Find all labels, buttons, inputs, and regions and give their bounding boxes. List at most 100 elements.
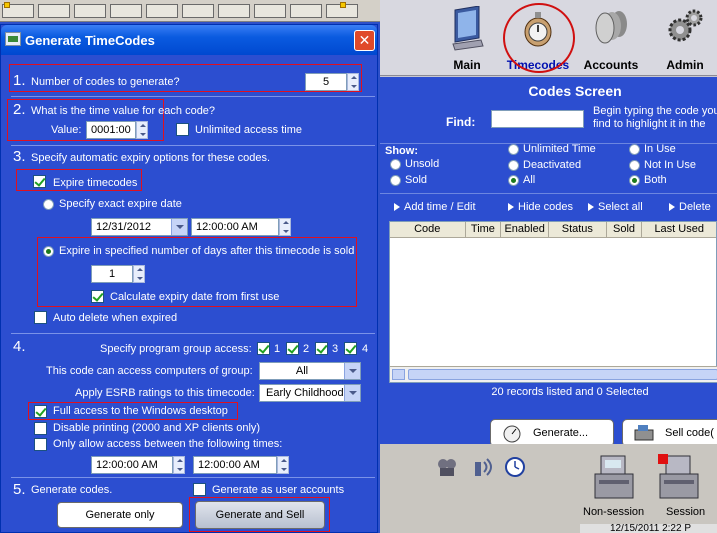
toolbar-label: Select all	[598, 201, 643, 213]
column-header[interactable]: Code	[390, 222, 466, 237]
filter-label: Not In Use	[644, 159, 696, 171]
group-4-checkbox[interactable]	[344, 342, 357, 355]
bg-cell	[146, 4, 178, 18]
days-after-sold-label: Expire in specified number of days after…	[59, 245, 355, 257]
bg-cell	[182, 4, 214, 18]
time-value-label: What is the time value for each code?	[31, 105, 216, 117]
horizontal-scrollbar[interactable]	[390, 366, 717, 382]
auto-delete-checkbox[interactable]	[34, 311, 47, 324]
generate-and-sell-button[interactable]: Generate and Sell	[195, 501, 325, 529]
expire-timecodes-checkbox[interactable]	[33, 175, 46, 188]
select-all-button[interactable]: Select all	[588, 201, 643, 213]
first-use-checkbox[interactable]	[91, 290, 104, 303]
days-after-sold-radio[interactable]: Expire in specified number of days after…	[43, 245, 354, 257]
time-to-input[interactable]: 12:00:00 AM	[193, 456, 277, 474]
user-accounts-label: Generate as user accounts	[212, 484, 345, 496]
filter-unlimited[interactable]: Unlimited Time	[508, 143, 596, 155]
scroll-thumb[interactable]	[408, 369, 717, 380]
codes-table[interactable]: Code Time Enabled Status Sold Last Used	[389, 221, 717, 383]
full-access-label: Full access to the Windows desktop	[53, 405, 228, 417]
filter-sold[interactable]: Sold	[390, 174, 427, 186]
radio-button[interactable]	[508, 143, 519, 155]
radio-button[interactable]	[629, 159, 640, 171]
filter-label: Unsold	[405, 158, 440, 170]
column-header[interactable]: Time	[466, 222, 502, 237]
nav-accounts[interactable]: Accounts	[576, 4, 646, 72]
time-window-checkbox[interactable]	[34, 438, 47, 451]
filter-all[interactable]: All	[508, 174, 535, 186]
section-number: 1.	[13, 72, 26, 89]
column-header[interactable]: Enabled	[501, 222, 550, 237]
group-1-checkbox[interactable]	[257, 342, 270, 355]
column-header[interactable]: Sold	[607, 222, 643, 237]
filter-label: All	[523, 174, 536, 186]
radio-button[interactable]	[390, 174, 401, 186]
nav-main[interactable]: Main	[432, 4, 502, 72]
chevron-down-icon[interactable]	[344, 363, 360, 379]
time-from-spinner[interactable]	[173, 456, 185, 474]
unlimited-time-checkbox[interactable]	[176, 123, 189, 136]
expire-date-picker[interactable]: 12/31/2012	[91, 218, 188, 236]
value-label: Value:	[51, 124, 82, 136]
find-input[interactable]	[491, 110, 584, 128]
column-header[interactable]: Status	[549, 222, 607, 237]
time-value-input[interactable]: 0001:00	[86, 121, 136, 139]
hide-codes-button[interactable]: Hide codes	[508, 201, 573, 213]
expire-time-input[interactable]: 12:00:00 AM	[191, 218, 279, 236]
bg-cell	[110, 4, 142, 18]
filter-unsold[interactable]: Unsold	[390, 158, 439, 170]
radio-button[interactable]	[43, 198, 54, 210]
sell-code-button-label: Sell code(	[665, 427, 714, 439]
camera-icon[interactable]	[436, 456, 458, 478]
generate-only-button[interactable]: Generate only	[57, 502, 183, 528]
scroll-left-button[interactable]	[392, 369, 405, 380]
filter-deactivated[interactable]: Deactivated	[508, 159, 581, 171]
cash-register-icon[interactable]	[591, 452, 637, 504]
radio-button[interactable]	[43, 245, 54, 257]
sell-code-button[interactable]: Sell code(	[622, 419, 717, 447]
full-access-checkbox[interactable]	[34, 405, 47, 418]
computer-group-select[interactable]: All	[259, 362, 361, 380]
time-to-spinner[interactable]	[277, 456, 289, 474]
add-time-edit-button[interactable]: Add time / Edit	[394, 201, 476, 213]
filter-not-in-use[interactable]: Not In Use	[629, 159, 696, 171]
expiry-days-input[interactable]: 1	[91, 265, 133, 283]
radio-button[interactable]	[390, 158, 401, 170]
close-button[interactable]: ✕	[354, 30, 375, 51]
disable-printing-checkbox[interactable]	[34, 422, 47, 435]
delete-button[interactable]: Delete	[669, 201, 711, 213]
radio-button[interactable]	[508, 174, 519, 186]
time-from-input[interactable]: 12:00:00 AM	[91, 456, 173, 474]
exact-date-radio[interactable]: Specify exact expire date	[43, 198, 182, 210]
codes-count-label: Number of codes to generate?	[31, 76, 180, 88]
time-window-label: Only allow access between the following …	[53, 438, 283, 450]
group-2-checkbox[interactable]	[286, 342, 299, 355]
filter-in-use[interactable]: In Use	[629, 143, 676, 155]
session-register-icon[interactable]	[656, 452, 702, 504]
expire-time-spinner[interactable]	[279, 218, 291, 236]
codes-count-spinner[interactable]	[347, 73, 359, 91]
broadcast-icon[interactable]	[472, 456, 494, 478]
time-value-spinner[interactable]	[136, 121, 148, 139]
table-header: Code Time Enabled Status Sold Last Used	[390, 222, 716, 238]
nav-admin[interactable]: Admin	[650, 4, 717, 72]
radio-button[interactable]	[629, 143, 640, 155]
chevron-down-icon[interactable]	[344, 385, 360, 401]
radio-button[interactable]	[508, 159, 519, 171]
column-header[interactable]: Last Used	[642, 222, 716, 237]
radio-button[interactable]	[629, 174, 640, 186]
unlimited-time-label: Unlimited access time	[195, 124, 302, 136]
user-accounts-checkbox[interactable]	[193, 483, 206, 496]
monitor-icon	[452, 6, 484, 51]
arrow-right-icon	[588, 203, 594, 211]
chevron-down-icon[interactable]	[171, 219, 187, 235]
codes-count-input[interactable]: 5	[305, 73, 347, 91]
dialog-titlebar[interactable]: Generate TimeCodes ✕	[1, 25, 377, 55]
clock-icon[interactable]	[504, 456, 526, 478]
generate-button[interactable]: Generate...	[490, 419, 614, 447]
expiry-days-spinner[interactable]	[133, 265, 145, 283]
group-3-checkbox[interactable]	[315, 342, 328, 355]
arrow-right-icon	[508, 203, 514, 211]
esrb-select[interactable]: Early Childhood	[259, 384, 361, 402]
filter-both[interactable]: Both	[629, 174, 667, 186]
